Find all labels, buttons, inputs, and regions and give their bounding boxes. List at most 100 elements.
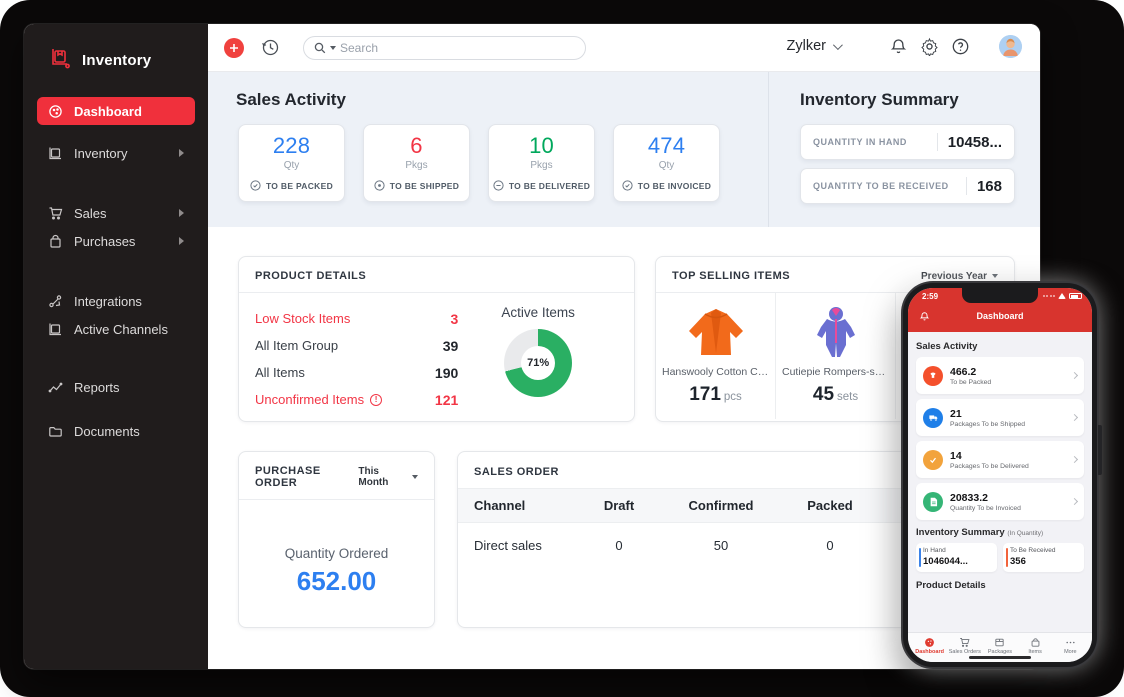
phone-in-hand-card[interactable]: In Hand 1046044... [916, 543, 997, 572]
phone-metric-value: 20833.2 [950, 491, 988, 504]
sidebar-item-reports[interactable]: Reports [37, 373, 195, 401]
phone-mockup: 2:59 Dashboard Sales Activity 466.2 To b… [903, 283, 1102, 667]
packed-cell: 0 [826, 538, 834, 553]
org-switcher[interactable]: Zylker [786, 38, 843, 54]
metric-unit: Qty [658, 160, 675, 171]
divider [936, 133, 938, 151]
tab-label: Sales Orders [948, 648, 981, 655]
summary-label: QUANTITY TO BE RECEIVED [813, 181, 949, 191]
to-be-packed-card[interactable]: 228 Qty TO BE PACKED [238, 124, 345, 202]
sales-activity-title: Sales Activity [236, 90, 346, 109]
phone-to-be-received-card[interactable]: To Be Received 356 [1003, 543, 1084, 572]
quantity-to-be-received-row[interactable]: QUANTITY TO BE RECEIVED 168 [800, 168, 1015, 204]
quick-create-button[interactable] [224, 38, 244, 58]
caret-down-icon [992, 274, 998, 278]
sidebar-item-dashboard[interactable]: Dashboard [37, 97, 195, 125]
sidebar-item-inventory[interactable]: Inventory [37, 139, 195, 167]
package-icon [995, 638, 1005, 646]
phone-header: 2:59 Dashboard [908, 288, 1092, 332]
metric-value: 474 [647, 133, 686, 158]
home-indicator[interactable] [969, 655, 1031, 659]
quantity-in-hand-row[interactable]: QUANTITY IN HAND 10458... [800, 124, 1015, 160]
product-qty: 45 [812, 384, 835, 405]
settings-button[interactable] [920, 37, 939, 61]
phone-metric-value: 14 [950, 449, 962, 462]
items-bag-icon [1031, 637, 1040, 647]
phone-product-details-title: Product Details [916, 580, 986, 591]
metric-unit: Pkgs [405, 160, 428, 171]
phone-tab-sales-orders[interactable]: Sales Orders [948, 637, 982, 655]
draft-cell: 0 [615, 538, 623, 553]
sidebar-item-integrations[interactable]: Integrations [37, 287, 195, 315]
phone-card-to-be-packed[interactable]: 466.2 To be Packed [916, 357, 1084, 394]
app-window: Inventory Dashboard Inventory Sales Purc… [24, 24, 1040, 669]
low-stock-items-row[interactable]: Low Stock Items 3 [255, 305, 458, 332]
integrations-icon [48, 294, 63, 309]
phone-tab-items[interactable]: Items [1018, 637, 1052, 655]
phone-tab-dashboard[interactable]: Dashboard [913, 637, 947, 655]
minus-circle-icon [493, 180, 504, 191]
metric-label: TO BE SHIPPED [389, 180, 460, 191]
check-icon [923, 449, 943, 470]
column-header[interactable]: Packed [782, 489, 878, 522]
sidebar-item-active-channels[interactable]: Active Channels [37, 315, 195, 343]
phone-tab-more[interactable]: More [1053, 637, 1087, 655]
overview-section: Sales Activity 228 Qty TO BE PACKED 6 Pk… [208, 72, 1040, 227]
sidebar-item-label: Integrations [74, 293, 142, 309]
sidebar-item-label: Purchases [74, 233, 136, 249]
search-input[interactable] [340, 41, 540, 55]
column-header[interactable]: Confirmed [660, 489, 782, 522]
unconfirmed-items-row[interactable]: Unconfirmed Items ! 121 [255, 386, 458, 413]
column-header[interactable]: Channel [458, 489, 578, 522]
row-label: All Item Group [255, 338, 339, 353]
all-item-group-row[interactable]: All Item Group 39 [255, 332, 458, 359]
chevron-right-icon [1070, 497, 1079, 506]
period-filter-dropdown[interactable]: This Month [358, 466, 418, 488]
phone-content: Sales Activity 466.2 To be Packed 21 Packa… [908, 332, 1092, 632]
phone-metric-value: 21 [950, 407, 962, 420]
period-filter-dropdown[interactable]: Previous Year [921, 271, 998, 282]
donut-percent: 71% [527, 357, 550, 369]
gear-icon [921, 37, 938, 58]
row-value: 190 [434, 364, 459, 381]
check-circle-icon [250, 180, 261, 191]
phone-card-to-be-shipped[interactable]: 21 Packages To be Shipped [916, 399, 1084, 436]
help-button[interactable] [951, 37, 970, 61]
sidebar-item-label: Sales [74, 205, 107, 221]
phone-tab-packages[interactable]: Packages [983, 637, 1017, 655]
purchase-order-card: PURCHASE ORDER This Month Quantity Order… [238, 451, 435, 628]
sidebar-item-documents[interactable]: Documents [37, 417, 195, 445]
row-label: All Items [255, 365, 305, 380]
wifi-icon [1058, 293, 1066, 299]
section-divider [768, 72, 769, 227]
all-items-row[interactable]: All Items 190 [255, 359, 458, 386]
search-scope-caret-icon[interactable] [330, 46, 336, 50]
metric-label: TO BE INVOICED [637, 180, 712, 191]
phone-card-to-be-invoiced[interactable]: 20833.2 Quantity To be Invoiced [916, 483, 1084, 520]
sidebar-item-purchases[interactable]: Purchases [37, 227, 195, 255]
phone-card-to-be-delivered[interactable]: 14 Packages To be Delivered [916, 441, 1084, 478]
phone-nav-title: Dashboard [976, 311, 1024, 321]
card-title: PRODUCT DETAILS [255, 270, 367, 282]
app-logo: Inventory [24, 24, 208, 75]
to-be-delivered-card[interactable]: 10 Pkgs TO BE DELIVERED [488, 124, 595, 202]
sidebar-item-label: Active Channels [74, 321, 168, 337]
metric-label: TO BE DELIVERED [508, 180, 591, 191]
search-bar[interactable] [303, 36, 586, 60]
period-label: This Month [358, 466, 389, 488]
basket-icon [923, 365, 943, 386]
org-name: Zylker [786, 38, 826, 54]
user-avatar[interactable] [999, 35, 1022, 58]
sidebar-item-sales[interactable]: Sales [37, 199, 195, 227]
top-item-1[interactable]: Hanswooly Cotton Cas... 171 pcs [656, 293, 776, 419]
to-be-invoiced-card[interactable]: 474 Qty TO BE INVOICED [613, 124, 720, 202]
recent-history-button[interactable] [260, 37, 281, 63]
product-name: Hanswooly Cotton Cas... [662, 366, 769, 378]
phone-screen: 2:59 Dashboard Sales Activity 466.2 To b… [908, 288, 1092, 662]
to-be-shipped-card[interactable]: 6 Pkgs TO BE SHIPPED [363, 124, 470, 202]
notifications-button[interactable] [889, 37, 908, 61]
top-item-2[interactable]: Cutiepie Rompers-spo... 45 sets [776, 293, 896, 419]
column-header[interactable]: Draft [578, 489, 660, 522]
summary-label: QUANTITY IN HAND [813, 137, 907, 147]
phone-metric-label: Quantity To be Invoiced [950, 504, 1021, 512]
